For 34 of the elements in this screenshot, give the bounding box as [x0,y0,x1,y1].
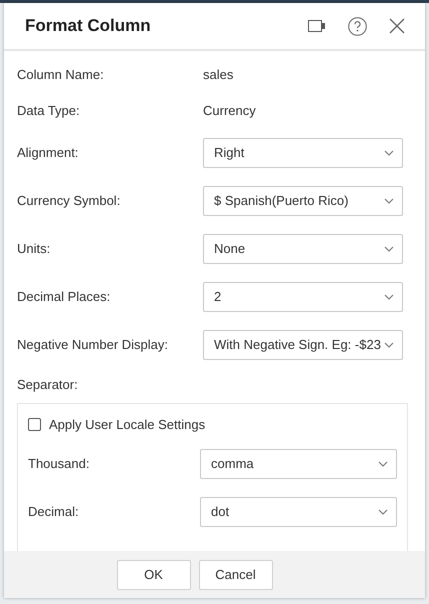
checkbox-label: Apply User Locale Settings [49,416,206,434]
dialog-button[interactable]: OK [116,560,190,590]
help-icon[interactable] [348,16,367,36]
field-label: Column Name: [17,66,105,84]
dropdown[interactable]: dot [200,496,397,526]
section-label: Separator: [17,376,79,394]
dropdown[interactable]: $ Spanish(Puerto Rico) [203,186,403,216]
field-label: Data Type: [17,102,81,120]
field-label: Decimal Places: [17,288,112,306]
field-label: Units: [17,240,52,258]
caret-icon [384,294,394,300]
field-label: Decimal: [28,502,80,521]
caret-icon [378,460,388,466]
field-label: Alignment: [17,144,80,162]
close-icon[interactable] [389,18,405,34]
dialog-title: Format Column [25,15,152,38]
dropdown[interactable]: 2 [203,282,403,312]
dropdown[interactable]: None [203,234,403,264]
field-value: sales [203,66,234,84]
field-label: Thousand: [28,454,90,473]
field-label: Negative Number Display: [17,336,170,354]
caret-icon [378,508,388,514]
caret-icon [384,198,394,204]
caret-icon [384,246,394,252]
video-camera-icon[interactable] [308,20,326,32]
dropdown[interactable]: Right [203,138,403,168]
field-value: Currency [203,102,257,120]
caret-icon [384,342,394,348]
checkbox[interactable] [28,418,41,431]
dialog-button[interactable]: Cancel [198,560,272,590]
dropdown[interactable]: comma [200,448,397,478]
dropdown[interactable]: With Negative Sign. Eg: -$23 [203,330,403,360]
caret-icon [384,150,394,156]
field-label: Currency Symbol: [17,192,122,210]
